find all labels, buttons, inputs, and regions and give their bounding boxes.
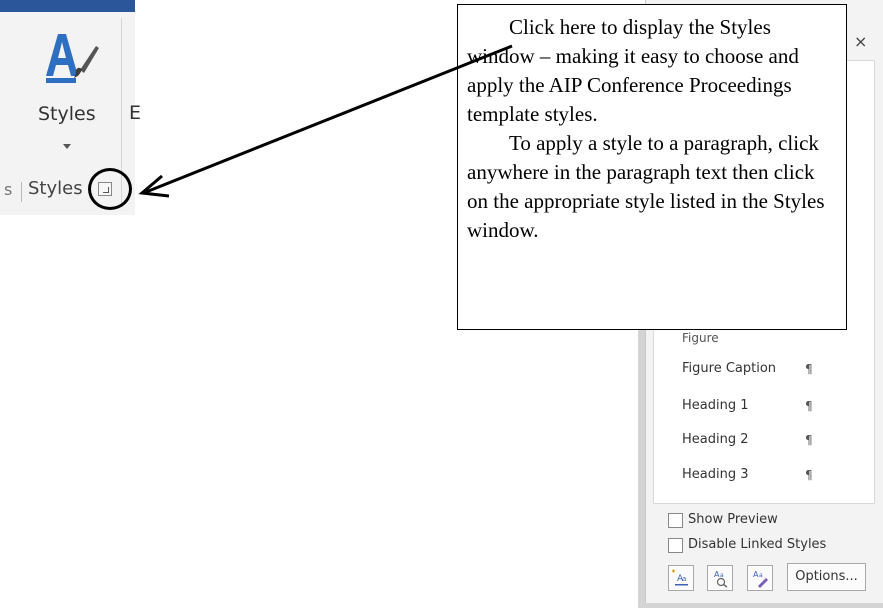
new-style-icon: A a <box>672 569 688 586</box>
ribbon-title-strip <box>0 0 135 12</box>
paragraph-mark-icon: ¶ <box>805 433 813 447</box>
callout-box: Click here to display the Styles window … <box>457 4 847 330</box>
show-preview-checkbox[interactable] <box>668 513 683 528</box>
highlight-circle <box>88 168 132 210</box>
styles-paintbrush-icon <box>46 34 99 83</box>
svg-text:a: a <box>759 572 763 579</box>
manage-styles-button[interactable]: A a <box>747 565 773 591</box>
next-group-fragment: E <box>129 102 142 124</box>
paragraph-mark-icon: ¶ <box>805 468 813 482</box>
manage-styles-icon: A a <box>753 570 768 588</box>
callout-paragraph-2: To apply a style to a paragraph, click a… <box>467 131 825 242</box>
disable-linked-styles-label: Disable Linked Styles <box>688 537 827 552</box>
list-item-partial[interactable]: Figure <box>682 331 719 345</box>
style-inspector-icon: A a <box>714 570 728 588</box>
styles-button-label: Styles <box>38 103 96 125</box>
style-inspector-button[interactable]: A a <box>707 565 733 591</box>
new-style-button[interactable]: A a <box>668 565 694 591</box>
styles-group-label: Styles <box>28 178 83 199</box>
group-divider <box>21 182 22 202</box>
close-icon[interactable]: × <box>854 32 867 51</box>
chevron-down-icon <box>63 144 71 149</box>
svg-text:a: a <box>682 575 686 583</box>
paragraph-mark-icon: ¶ <box>805 399 813 413</box>
previous-group-fragment: s <box>4 180 13 199</box>
callout-paragraph-1: Click here to display the Styles window … <box>467 15 799 126</box>
arrow-head <box>138 174 170 198</box>
show-preview-label: Show Preview <box>688 512 778 527</box>
style-item-label: Heading 2 <box>682 432 749 447</box>
disable-linked-styles-checkbox[interactable] <box>668 538 683 553</box>
paragraph-mark-icon: ¶ <box>805 362 813 376</box>
options-button[interactable]: Options... <box>787 563 866 591</box>
style-item-label: Heading 3 <box>682 467 749 482</box>
style-item-label: Figure Caption <box>682 361 777 376</box>
style-item-label: Heading 1 <box>682 398 749 413</box>
